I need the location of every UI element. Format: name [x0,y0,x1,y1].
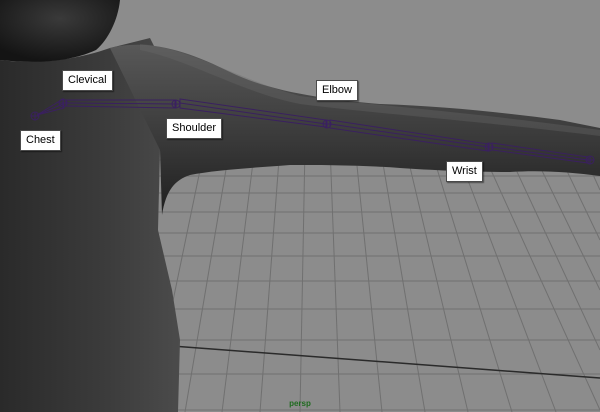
joint-clevical[interactable] [58,98,68,108]
label-elbow: Elbow [316,80,358,101]
joint-hand-end[interactable] [585,155,595,165]
joint-shoulder[interactable] [171,99,181,109]
viewport-scene[interactable] [0,0,600,412]
joint-chest[interactable] [30,111,40,121]
label-chest: Chest [20,130,61,151]
3d-viewport[interactable]: Clevical Chest Shoulder Elbow Wrist pers… [0,0,600,412]
ground-grid [149,145,600,412]
joint-wrist[interactable] [484,142,494,152]
label-shoulder: Shoulder [166,118,223,139]
joint-elbow[interactable] [322,119,332,129]
label-clevical: Clevical [62,70,113,91]
label-wrist: Wrist [446,161,483,182]
grid-axis-line [171,345,600,379]
